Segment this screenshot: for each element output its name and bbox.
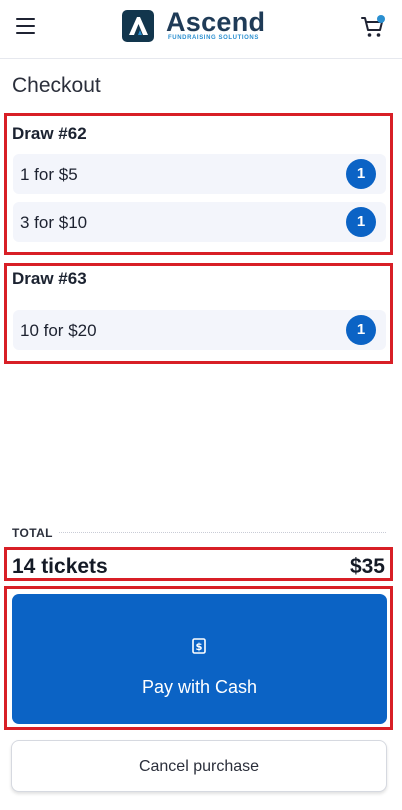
draw-group-62: Draw #62 1 for $5 1 3 for $10 1 bbox=[4, 113, 393, 255]
app-header: Ascend FUNDRAISING SOLUTIONS bbox=[0, 0, 402, 59]
draw-title: Draw #63 bbox=[12, 269, 87, 288]
quantity-badge: 1 bbox=[346, 315, 376, 345]
total-label: TOTAL bbox=[12, 526, 59, 540]
pay-with-cash-button[interactable]: $ Pay with Cash bbox=[12, 594, 387, 724]
brand-tagline: FUNDRAISING SOLUTIONS bbox=[168, 35, 259, 41]
ticket-option-label: 1 for $5 bbox=[20, 165, 78, 184]
ticket-option[interactable]: 10 for $20 1 bbox=[13, 310, 386, 350]
quantity-badge: 1 bbox=[346, 207, 376, 237]
cancel-button-label: Cancel purchase bbox=[138, 758, 260, 775]
draw-group-63: Draw #63 10 for $20 1 bbox=[4, 263, 393, 364]
ticket-option[interactable]: 3 for $10 1 bbox=[13, 202, 386, 242]
cart-icon[interactable] bbox=[360, 14, 386, 40]
total-divider bbox=[12, 532, 386, 533]
hamburger-icon[interactable] bbox=[16, 17, 36, 37]
total-summary: 14 tickets $35 bbox=[4, 547, 393, 581]
cash-icon: $ bbox=[192, 638, 206, 654]
ticket-count: 14 tickets bbox=[12, 555, 108, 578]
page-title: Checkout bbox=[12, 74, 101, 97]
svg-text:$: $ bbox=[196, 642, 203, 653]
ticket-option-label: 10 for $20 bbox=[20, 321, 97, 340]
logo-mark-icon bbox=[122, 10, 154, 42]
brand-name: Ascend bbox=[166, 7, 266, 37]
pay-button-label: Pay with Cash bbox=[141, 677, 258, 697]
cart-badge bbox=[377, 15, 385, 23]
cancel-purchase-button[interactable]: Cancel purchase bbox=[11, 740, 387, 792]
draw-title: Draw #62 bbox=[12, 124, 87, 143]
quantity-badge: 1 bbox=[346, 159, 376, 189]
pay-highlight: $ Pay with Cash bbox=[4, 586, 393, 730]
ticket-option-label: 3 for $10 bbox=[20, 213, 88, 232]
total-amount: $35 bbox=[349, 555, 385, 578]
ticket-option[interactable]: 1 for $5 1 bbox=[13, 154, 386, 194]
